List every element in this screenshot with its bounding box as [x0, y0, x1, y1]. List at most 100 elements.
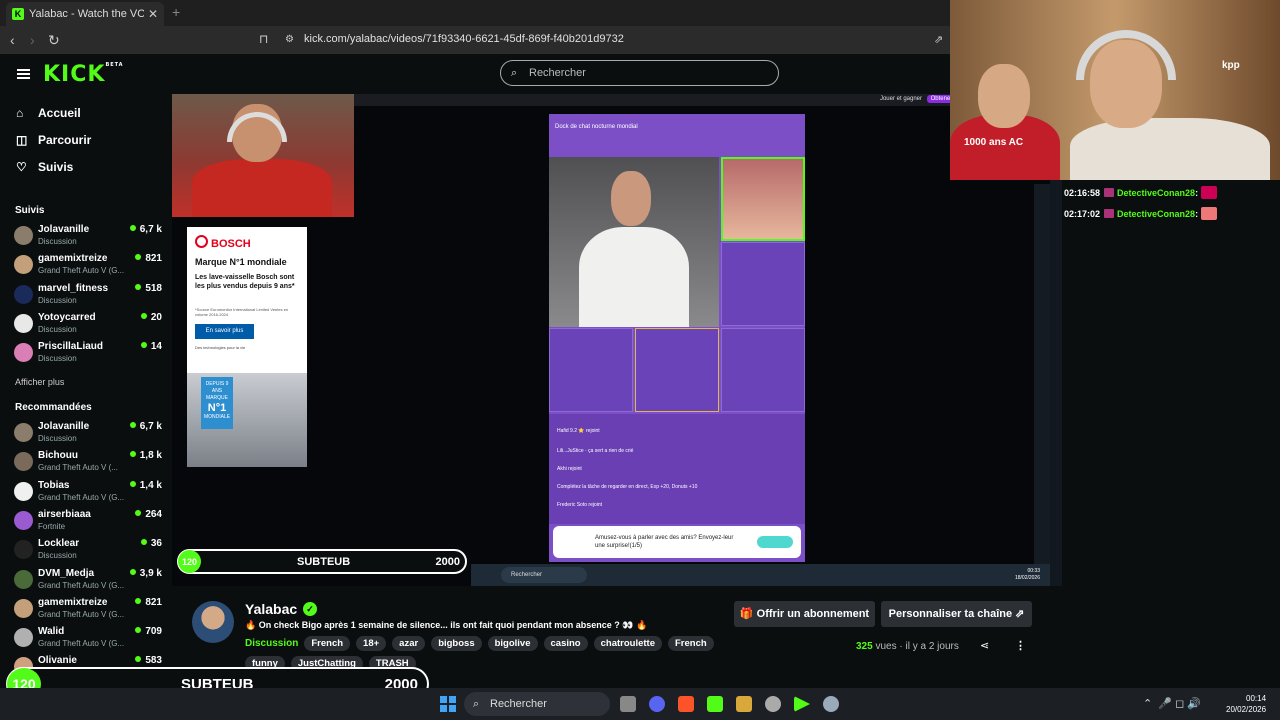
video-player[interactable]: Jouer et gagner Obtenez Prime ! BOSCH Ma…	[172, 94, 1050, 586]
chat-timestamp: 02:17:02	[1064, 209, 1101, 219]
windows-taskbar: ⌕ Rechercher ⌃ 🎤 ◻ 🔊 00:14 20/02/2026	[0, 688, 1280, 720]
category-link[interactable]: Discussion	[245, 638, 298, 649]
sidebar-nav-2[interactable]: ♡ Suivis	[16, 160, 73, 174]
ad-source: *Source Euromonitor International Limite…	[195, 307, 289, 317]
settings-icon[interactable]	[823, 696, 839, 712]
sidebar-channel[interactable]: Walid Grand Theft Auto V (G... 709	[14, 626, 164, 652]
chat-username[interactable]: DetectiveConan28	[1117, 188, 1195, 198]
channel-name: Jolavanille	[38, 421, 90, 432]
browser-tab[interactable]: K Yalabac - Watch the VOD on ✕	[6, 2, 164, 26]
show-more-link[interactable]: Afficher plus	[15, 377, 64, 387]
inner-taskbar-search: Rechercher	[501, 567, 587, 583]
viewer-count: 821	[135, 597, 162, 608]
kick-logo[interactable]: KICKBETA	[43, 62, 124, 87]
bosch-ad[interactable]: BOSCH Marque N°1 mondiale Les lave-vaiss…	[187, 227, 307, 467]
system-tray[interactable]: ⌃ 🎤 ◻ 🔊	[1143, 697, 1201, 710]
channel-category: Fortnite	[38, 521, 66, 531]
sidebar-channel[interactable]: Locklear Discussion 36	[14, 538, 164, 564]
folder-icon[interactable]	[736, 696, 752, 712]
brave-icon[interactable]	[678, 696, 694, 712]
sidebar-channel[interactable]: Jolavanille Discussion 6,7 k	[14, 224, 164, 250]
sidebar-channel[interactable]: Jolavanille Discussion 6,7 k	[14, 421, 164, 447]
logo-beta-badge: BETA	[105, 62, 124, 68]
back-icon[interactable]: ‹	[10, 32, 15, 48]
sidebar-channel[interactable]: Tobias Grand Theft Auto V (G... 1,4 k	[14, 480, 164, 506]
search-input[interactable]: ⌕ Rechercher	[500, 60, 779, 86]
menu-icon[interactable]	[17, 69, 30, 79]
sidebar-channel[interactable]: gamemixtreize Grand Theft Auto V (G... 821	[14, 253, 164, 279]
viewer-count: 1,8 k	[130, 450, 162, 461]
tag-chip[interactable]: bigboss	[431, 636, 482, 651]
more-options-icon[interactable]: ⋮	[1015, 639, 1026, 652]
channel-avatar[interactable]	[192, 601, 234, 643]
viewer-count: 518	[135, 283, 162, 294]
sidebar-channel[interactable]: marvel_fitness Discussion 518	[14, 283, 164, 309]
customize-channel-button[interactable]: Personnaliser ta chaîne ⇗	[881, 601, 1032, 627]
green-app-icon[interactable]	[707, 696, 723, 712]
discord-icon[interactable]	[649, 696, 665, 712]
channel-name: gamemixtreize	[38, 596, 108, 608]
site-info-icon[interactable]: ⚙	[285, 34, 294, 45]
channel-name[interactable]: Yalabac	[245, 601, 297, 617]
tag-list: Discussion French 18+ azar bigboss bigolive c…	[245, 636, 714, 651]
tag-chip[interactable]: chatroulette	[593, 636, 662, 651]
ad-cta-button[interactable]: En savoir plus	[195, 324, 254, 339]
url-field[interactable]: kick.com/yalabac/videos/71f93340-6621-45…	[304, 33, 624, 45]
windows-start-icon[interactable]	[440, 696, 456, 712]
steam-icon[interactable]	[765, 696, 781, 712]
task-view-icon[interactable]	[620, 696, 636, 712]
channel-name: DVM_Medja	[38, 567, 95, 579]
tag-chip[interactable]: azar	[392, 636, 426, 651]
emote-icon	[1201, 186, 1218, 199]
tag-chip[interactable]: 18+	[356, 636, 387, 651]
channel-category: Grand Theft Auto V (...	[38, 463, 118, 473]
sidebar-nav-1[interactable]: ◫ Parcourir	[16, 133, 91, 147]
search-icon: ⌕	[473, 698, 480, 710]
sidebar-channel[interactable]: PriscillaLiaud Discussion 14	[14, 341, 164, 367]
viewer-count: 1,4 k	[130, 480, 162, 491]
tab-close-icon[interactable]: ✕	[148, 7, 158, 21]
channel-category: Grand Theft Auto V (G...	[38, 266, 125, 276]
new-tab-button[interactable]: +	[172, 4, 180, 20]
channel-category: Grand Theft Auto V (G...	[38, 580, 125, 590]
time-ago: il y a 2 jours	[905, 641, 959, 652]
bookmark-icon[interactable]: ⊓	[259, 32, 268, 46]
share-page-icon[interactable]: ⇗	[934, 33, 943, 46]
taskbar-clock[interactable]: 00:14 20/02/2026	[1226, 693, 1266, 715]
bigo-slot	[549, 328, 633, 412]
chat-username[interactable]: DetectiveConan28	[1117, 209, 1195, 219]
kick-app-icon[interactable]	[794, 696, 810, 712]
channel-name: Olivanie	[38, 655, 77, 667]
views-count: 325	[856, 641, 873, 652]
headphones-icon	[1076, 30, 1176, 80]
sidebar-nav-0[interactable]: ⌂ Accueil	[16, 106, 81, 120]
sidebar-nav-label: Parcourir	[38, 133, 92, 147]
taskbar-search[interactable]: ⌕ Rechercher	[464, 692, 610, 716]
avatar	[14, 255, 33, 275]
chat-panel: 02:16:58 DetectiveConan28: 02:17:02 Detect…	[1050, 180, 1280, 586]
reload-icon[interactable]: ↻	[48, 32, 60, 49]
gift-subscription-button[interactable]: 🎁 Offrir un abonnement	[734, 601, 875, 627]
site-header: KICKBETA ⌕ Rechercher	[0, 54, 950, 94]
channel-name: Locklear	[38, 538, 80, 550]
tag-chip[interactable]: French	[304, 636, 351, 651]
sidebar-channel[interactable]: DVM_Medja Grand Theft Auto V (G... 3,9 k	[14, 568, 164, 594]
sidebar-channel[interactable]: Yotoycarred Discussion 20	[14, 312, 164, 338]
bigo-slot	[635, 328, 719, 412]
channel-category: Grand Theft Auto V (G...	[38, 639, 125, 649]
viewer-count: 3,9 k	[130, 568, 162, 579]
share-icon[interactable]: ⋖	[980, 639, 989, 652]
sidebar-channel[interactable]: gamemixtreize Grand Theft Auto V (G... 821	[14, 597, 164, 623]
sidebar-channel[interactable]: airserbiaaa Fortnite 264	[14, 509, 164, 535]
inner-browser-sidebar	[1034, 184, 1050, 564]
viewer-count: 6,7 k	[130, 421, 162, 432]
tag-chip[interactable]: bigolive	[487, 636, 538, 651]
browse-icon: ◫	[16, 133, 28, 147]
ad-body: Les lave-vaisselle Bosch sont les plus v…	[195, 274, 295, 290]
tag-chip[interactable]: casino	[543, 636, 588, 651]
forward-icon[interactable]: ›	[30, 32, 35, 48]
second-webcam: 1000 ans AC kpp	[950, 0, 1280, 180]
sidebar-channel[interactable]: Bichouu Grand Theft Auto V (... 1,8 k	[14, 450, 164, 476]
tag-chip[interactable]: French	[668, 636, 714, 651]
avatar	[14, 569, 33, 589]
